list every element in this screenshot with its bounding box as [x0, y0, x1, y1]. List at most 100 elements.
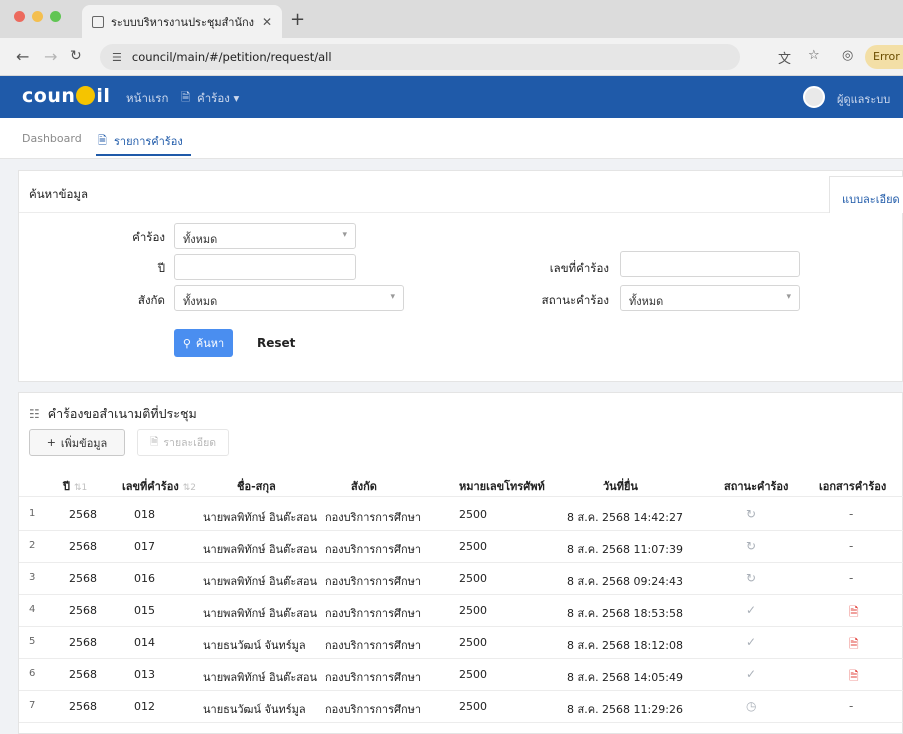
- active-tab-underline: [96, 154, 191, 156]
- request-type-label: คำร้อง: [132, 230, 165, 244]
- status-pending-icon: ↻: [746, 507, 757, 521]
- breadcrumb-request-list[interactable]: รายการคำร้อง: [114, 132, 183, 150]
- cell-request-no: 016: [134, 572, 155, 585]
- row-divider: [19, 626, 903, 627]
- user-avatar[interactable]: [803, 86, 825, 108]
- plus-icon: +: [46, 436, 56, 449]
- cell-document: -: [849, 699, 854, 713]
- sort-icon[interactable]: ⇅2: [183, 483, 196, 493]
- cell-year: 2568: [69, 540, 97, 553]
- cell-request-no: 014: [134, 636, 155, 649]
- breadcrumb-request-icon: 🗎: [98, 134, 107, 147]
- cell-date: 8 ส.ค. 2568 11:29:26: [567, 703, 683, 716]
- header-divider: [19, 496, 903, 497]
- status-label: สถานะคำร้อง: [541, 293, 609, 307]
- affiliation-value: ทั้งหมด: [183, 295, 218, 308]
- forward-icon[interactable]: →: [44, 47, 57, 66]
- cell-affiliation: กองบริการการศึกษา: [325, 511, 422, 524]
- request-table-panel: ☷ คำร้องขอสำเนามติที่ประชุม + เพิ่มข้อมูล…: [18, 392, 903, 734]
- browser-tab[interactable]: ระบบบริหารงานประชุมสำนักงาน ✕: [82, 5, 282, 38]
- cell-name: นายพลพิทักษ์ อินต๊ะสอน: [203, 511, 318, 524]
- minimize-window-dot[interactable]: [32, 11, 43, 22]
- status-select[interactable]: ทั้งหมด ▾: [620, 285, 800, 311]
- breadcrumb-dashboard[interactable]: Dashboard: [22, 132, 82, 145]
- cell-year: 2568: [69, 604, 97, 617]
- col-header-year[interactable]: ปี ⇅1: [63, 477, 87, 495]
- profile-icon[interactable]: ◎: [842, 48, 853, 63]
- row-divider: [19, 562, 903, 563]
- pdf-icon[interactable]: 🗎: [849, 635, 859, 656]
- cell-date: 8 ส.ค. 2568 11:07:39: [567, 543, 683, 556]
- cell-request-no: 018: [134, 508, 155, 521]
- col-header-request-no[interactable]: เลขที่คำร้อง ⇅2: [122, 477, 196, 495]
- search-panel: ค้นหาข้อมูล แบบละเอียด คำร้อง ทั้งหมด ▾ ป…: [18, 170, 903, 382]
- details-label: รายละเอียด: [163, 437, 217, 449]
- row-divider: [19, 722, 903, 723]
- logo-text-right: il: [96, 85, 111, 107]
- cell-phone: 2500: [459, 508, 487, 521]
- search-button[interactable]: ⚲ ค้นหา: [174, 329, 233, 357]
- cell-name: นายพลพิทักษ์ อินต๊ะสอน: [203, 575, 318, 588]
- cell-name: นายพลพิทักษ์ อินต๊ะสอน: [203, 607, 318, 620]
- status-value: ทั้งหมด: [629, 295, 664, 308]
- url-omnibox[interactable]: ☰ council/main/#/petition/request/all: [100, 44, 740, 70]
- cell-year: 2568: [69, 508, 97, 521]
- pdf-icon[interactable]: 🗎: [849, 603, 859, 624]
- cell-date: 8 ส.ค. 2568 18:12:08: [567, 639, 683, 652]
- row-index: 3: [29, 572, 36, 583]
- cell-year: 2568: [69, 572, 97, 585]
- details-button[interactable]: 🗎 รายละเอียด: [137, 429, 229, 456]
- reload-icon[interactable]: ↻: [70, 48, 82, 64]
- status-check-icon: ✓: [746, 603, 757, 617]
- cell-year: 2568: [69, 700, 97, 713]
- sort-order-request-no: 2: [190, 483, 196, 493]
- app-header: coun il หน้าแรก 🗎 คำร้อง ▾: [0, 76, 903, 118]
- reset-button[interactable]: Reset: [257, 336, 295, 350]
- cell-affiliation: กองบริการการศึกษา: [325, 639, 422, 652]
- row-index: 7: [29, 700, 36, 711]
- translate-icon[interactable]: 文: [778, 48, 791, 67]
- request-type-value: ทั้งหมด: [183, 233, 218, 246]
- maximize-window-dot[interactable]: [50, 11, 61, 22]
- cell-affiliation: กองบริการการศึกษา: [325, 607, 422, 620]
- pdf-icon[interactable]: 🗎: [849, 667, 859, 688]
- user-menu[interactable]: ผู้ดูแลระบบ: [837, 90, 890, 108]
- chevron-down-icon: ▾: [786, 292, 791, 302]
- row-index: 5: [29, 636, 36, 647]
- error-button[interactable]: Error: [865, 45, 903, 69]
- bookmark-star-icon[interactable]: ☆: [808, 48, 820, 63]
- search-button-label: ค้นหา: [195, 337, 225, 350]
- row-index: 1: [29, 508, 36, 519]
- new-tab-icon[interactable]: +: [290, 9, 305, 30]
- cell-document: -: [849, 539, 854, 553]
- cell-affiliation: กองบริการการศึกษา: [325, 671, 422, 684]
- cell-request-no: 015: [134, 604, 155, 617]
- nav-request-menu[interactable]: คำร้อง ▾: [197, 90, 239, 108]
- close-window-dot[interactable]: [14, 11, 25, 22]
- cell-date: 8 ส.ค. 2568 09:24:43: [567, 575, 683, 588]
- add-data-button[interactable]: + เพิ่มข้อมูล: [29, 429, 125, 456]
- site-settings-icon[interactable]: ☰: [112, 51, 122, 64]
- sort-icon[interactable]: ⇅1: [74, 483, 87, 493]
- status-pending-icon: ↻: [746, 539, 757, 553]
- nav-home[interactable]: หน้าแรก: [126, 90, 168, 108]
- request-type-select[interactable]: ทั้งหมด ▾: [174, 223, 356, 249]
- row-divider: [19, 690, 903, 691]
- cell-phone: 2500: [459, 572, 487, 585]
- row-divider: [19, 530, 903, 531]
- chevron-down-icon: ▾: [390, 292, 395, 302]
- close-tab-icon[interactable]: ✕: [262, 15, 272, 29]
- cell-phone: 2500: [459, 700, 487, 713]
- cell-request-no: 017: [134, 540, 155, 553]
- year-label: ปี: [157, 261, 165, 275]
- cell-date: 8 ส.ค. 2568 14:05:49: [567, 671, 683, 684]
- cell-name: นายธนวัฒน์ จันทร์มูล: [203, 703, 306, 716]
- year-input[interactable]: [174, 254, 356, 280]
- url-text[interactable]: council/main/#/petition/request/all: [132, 50, 332, 64]
- affiliation-select[interactable]: ทั้งหมด ▾: [174, 285, 404, 311]
- request-no-input[interactable]: [620, 251, 800, 277]
- council-logo[interactable]: coun il: [22, 85, 110, 107]
- advanced-search-tab[interactable]: แบบละเอียด: [829, 176, 903, 213]
- row-index: 4: [29, 604, 36, 615]
- back-icon[interactable]: ←: [16, 47, 29, 66]
